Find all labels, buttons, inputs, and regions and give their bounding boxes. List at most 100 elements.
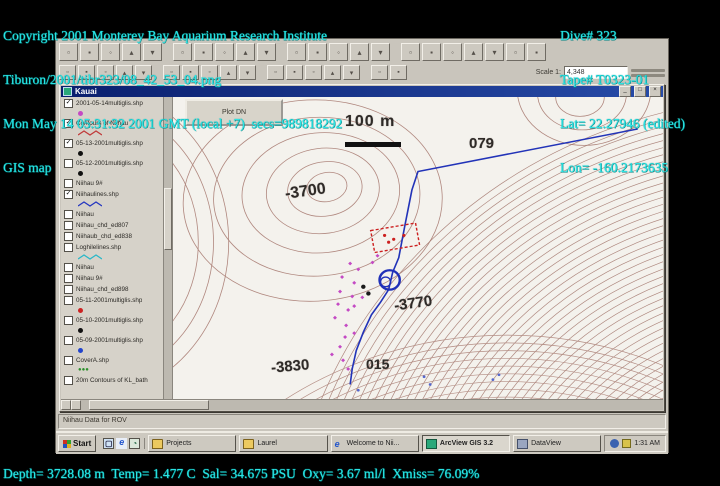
- toolbar-button[interactable]: ▪: [422, 43, 441, 61]
- toolbar-button[interactable]: ▾: [343, 65, 360, 80]
- toolbar-button[interactable]: ▪: [78, 65, 95, 80]
- toolbar-button[interactable]: ▾: [257, 43, 276, 61]
- legend-item[interactable]: ✓ Niihaulines.shp: [64, 190, 162, 208]
- taskbar-task-welcome-to-nii-[interactable]: e Welcome to Nii...: [330, 435, 419, 452]
- legend-item[interactable]: 05-11-2001multiglis.shp: [64, 296, 162, 314]
- legend-item[interactable]: Niihau: [64, 263, 162, 272]
- layer-checkbox[interactable]: [64, 376, 73, 385]
- layer-checkbox[interactable]: [64, 263, 73, 272]
- toolbar-button[interactable]: ◦: [97, 65, 114, 80]
- launch-icon[interactable]: ◔: [129, 438, 141, 449]
- toolbar-button[interactable]: ▪: [527, 43, 546, 61]
- layer-checkbox[interactable]: [64, 179, 73, 188]
- legend-item[interactable]: 05-09-2001multiglis.shp: [64, 336, 162, 354]
- toolbar-button[interactable]: ▪: [80, 43, 99, 61]
- toolbar-button[interactable]: ▫: [371, 65, 388, 80]
- layer-checkbox[interactable]: [64, 356, 73, 365]
- layer-checkbox[interactable]: [64, 296, 73, 305]
- toolbar-button[interactable]: ◦: [201, 65, 218, 80]
- layer-checkbox[interactable]: [64, 243, 73, 252]
- legend-item[interactable]: ✓ 2001-05-14multiglis.shp: [64, 99, 162, 117]
- close-icon[interactable]: ×: [649, 86, 661, 97]
- legend-item[interactable]: Loghilelines.shp: [64, 243, 162, 261]
- minimize-icon[interactable]: _: [619, 86, 631, 97]
- layer-checkbox[interactable]: ✓: [64, 190, 73, 199]
- horizontal-scrollbar[interactable]: [61, 399, 663, 410]
- layer-checkbox[interactable]: ✓: [64, 99, 73, 108]
- legend-item[interactable]: ✓ 05-13-2001multiglis.shp: [64, 139, 162, 157]
- legend-item[interactable]: Niihau_chd_ed807: [64, 221, 162, 230]
- toolbar-button[interactable]: ▪: [182, 65, 199, 80]
- toolbar-button[interactable]: ◦: [443, 43, 462, 61]
- toolbar-button[interactable]: ▴: [350, 43, 369, 61]
- toolbar-button[interactable]: ▾: [485, 43, 504, 61]
- legend-item[interactable]: CoverA.shp ●●●: [64, 356, 162, 374]
- layer-checkbox[interactable]: ✓: [64, 139, 73, 148]
- layer-checkbox[interactable]: ✓: [64, 119, 73, 128]
- layer-checkbox[interactable]: [64, 159, 73, 168]
- taskbar-task-dataview[interactable]: DataView: [513, 435, 602, 452]
- legend-item[interactable]: 05-12-2001multiglis.shp: [64, 159, 162, 177]
- toolbar-button[interactable]: ▫: [287, 43, 306, 61]
- legend-item[interactable]: Niihau_chd_ed898: [64, 285, 162, 294]
- toolbar-button[interactable]: ▴: [324, 65, 341, 80]
- toolbar-button[interactable]: ▾: [239, 65, 256, 80]
- scale-input[interactable]: 4,348: [564, 66, 628, 79]
- toolbar-button[interactable]: ◦: [215, 43, 234, 61]
- toolbar-button[interactable]: ▴: [236, 43, 255, 61]
- layer-checkbox[interactable]: [64, 285, 73, 294]
- internet-explorer-icon[interactable]: e: [116, 438, 128, 449]
- toolbar-button[interactable]: ▫: [506, 43, 525, 61]
- toolbar-button[interactable]: ◦: [329, 43, 348, 61]
- legend-item[interactable]: 05-10-2001multiglis.shp: [64, 316, 162, 334]
- start-button[interactable]: Start: [58, 435, 97, 452]
- toolbar-button[interactable]: ▪: [286, 65, 303, 80]
- legend-item[interactable]: 20m Contours of KL_bath: [64, 376, 162, 385]
- maximize-icon[interactable]: □: [634, 86, 646, 97]
- map-view[interactable]: Plot DN 100 m 079 -3700 -3770 -3830 015: [173, 97, 663, 399]
- toolbar-button[interactable]: ▫: [163, 65, 180, 80]
- legend-item[interactable]: Niihau: [64, 210, 162, 219]
- layer-checkbox[interactable]: [64, 316, 73, 325]
- scrollbar-thumb[interactable]: [89, 400, 209, 410]
- taskbar-task-arcview-gis-3-2[interactable]: ArcView GIS 3.2: [421, 435, 511, 452]
- toolbar-button[interactable]: ▾: [143, 43, 162, 61]
- legend-item[interactable]: Niihau 9#: [64, 179, 162, 188]
- toolbar-button[interactable]: ▫: [59, 43, 78, 61]
- toolbar-button[interactable]: ▴: [464, 43, 483, 61]
- toolbar-button[interactable]: ▴: [220, 65, 237, 80]
- layer-checkbox[interactable]: [64, 221, 73, 230]
- toolbar-button[interactable]: ◦: [101, 43, 120, 61]
- plot-dn-button[interactable]: Plot DN: [185, 99, 283, 126]
- toolbar-button[interactable]: ▫: [401, 43, 420, 61]
- show-desktop-icon[interactable]: ▢: [103, 438, 115, 449]
- taskbar-task-laurel[interactable]: Laurel: [239, 435, 328, 452]
- toolbar-button[interactable]: ▪: [390, 65, 407, 80]
- legend-scrollbar[interactable]: [163, 97, 172, 399]
- toolbar-button[interactable]: ▾: [135, 65, 152, 80]
- layer-checkbox[interactable]: [64, 274, 73, 283]
- tray-app-icon[interactable]: [622, 439, 632, 448]
- toolbar-button[interactable]: ▫: [59, 65, 76, 80]
- document-titlebar[interactable]: Kauai _ □ ×: [61, 86, 663, 97]
- scroll-left-icon[interactable]: [61, 400, 71, 410]
- toolbar-button[interactable]: ▪: [194, 43, 213, 61]
- toolbar-button[interactable]: ▪: [308, 43, 327, 61]
- toolbar-button[interactable]: ▴: [122, 43, 141, 61]
- layer-checkbox[interactable]: [64, 210, 73, 219]
- toolbar-button[interactable]: ▴: [116, 65, 133, 80]
- toolbar-button[interactable]: ▫: [173, 43, 192, 61]
- toolbar-button[interactable]: ◦: [305, 65, 322, 80]
- legend-item[interactable]: Niihaub_chd_ed838: [64, 232, 162, 241]
- layer-checkbox[interactable]: [64, 232, 73, 241]
- layer-checkbox[interactable]: [64, 336, 73, 345]
- toolbar-button[interactable]: ▫: [267, 65, 284, 80]
- legend-scrollbar-thumb[interactable]: [164, 187, 172, 250]
- legend-item[interactable]: ✓ Contours of Niihau: [64, 119, 162, 137]
- toolbar-button[interactable]: ▾: [371, 43, 390, 61]
- taskbar-task-projects[interactable]: Projects: [148, 435, 237, 452]
- scroll-right-icon[interactable]: [71, 400, 81, 410]
- sample-marker: [340, 275, 345, 279]
- legend-item[interactable]: Niihau 9#: [64, 274, 162, 283]
- volume-icon[interactable]: [610, 439, 620, 448]
